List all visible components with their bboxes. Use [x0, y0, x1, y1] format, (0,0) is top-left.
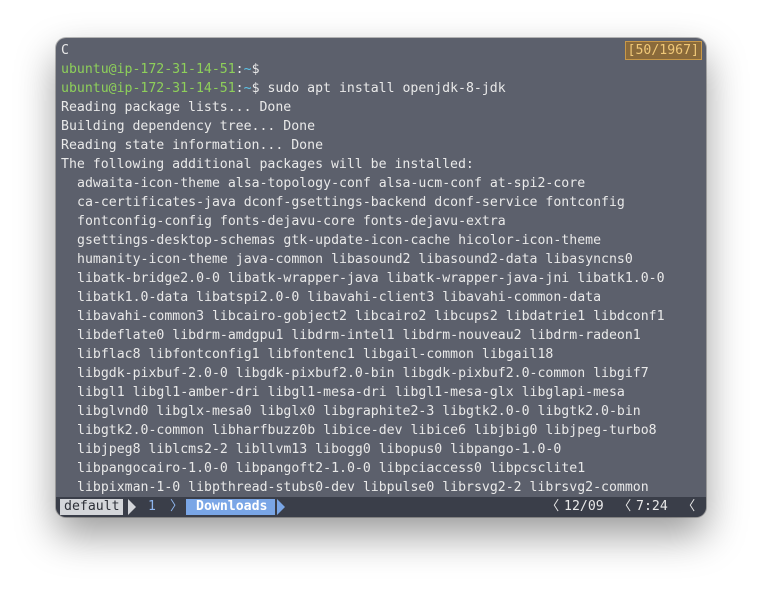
chevron-left-icon: 〈: [682, 499, 696, 514]
chevron-right-icon: 〉: [170, 499, 184, 514]
package-line: libflac8 libfontconfig1 libfontenc1 libg…: [77, 347, 554, 362]
prompt-user-host: ubuntu@ip-172-31-14-51: [61, 81, 236, 96]
terminal-window[interactable]: C ubuntu@ip-172-31-14-51:~$ ubuntu@ip-17…: [56, 38, 706, 517]
prompt-path: ~: [243, 81, 252, 96]
chevron-left-icon: 〈: [618, 499, 632, 514]
prompt-line-command: ubuntu@ip-172-31-14-51:~$ sudo apt insta…: [61, 79, 701, 98]
session-name[interactable]: default: [60, 499, 123, 515]
package-line: gsettings-desktop-schemas gtk-update-ico…: [77, 233, 602, 248]
package-line: libpangocairo-1.0-0 libpangoft2-1.0-0 li…: [77, 461, 586, 476]
output-line: Reading package lists... Done: [61, 100, 292, 115]
package-line: libgl1 libgl1-amber-dri libgl1-mesa-dri …: [77, 385, 625, 400]
package-line: libavahi-common3 libcairo-gobject2 libca…: [77, 309, 665, 324]
chevron-right-icon: [128, 499, 136, 515]
package-line: libgdk-pixbuf-2.0-0 libgdk-pixbuf2.0-bin…: [77, 366, 649, 381]
package-line: adwaita-icon-theme alsa-topology-conf al…: [77, 176, 586, 191]
command-text: sudo apt install openjdk-8-jdk: [267, 81, 506, 96]
prompt-symbol: $: [251, 81, 260, 96]
package-line: libgtk2.0-common libharfbuzz0b libice-de…: [77, 423, 657, 438]
package-line: humanity-icon-theme java-common libasoun…: [77, 252, 633, 267]
package-line: ca-certificates-java dconf-gsettings-bac…: [77, 195, 625, 210]
chevron-right-icon: [277, 499, 285, 515]
output-line: Building dependency tree... Done: [61, 119, 316, 134]
prompt-path: ~: [243, 62, 252, 77]
tmux-status-bar: default 1 〉 Downloads 〈 12/09 〈 7:24 〈: [56, 497, 706, 517]
package-line: libglvnd0 libglx-mesa0 libglx0 libgraphi…: [77, 404, 641, 419]
output-line: Reading state information... Done: [61, 138, 324, 153]
package-line: libdeflate0 libdrm-amdgpu1 libdrm-intel1…: [77, 328, 641, 343]
status-date: 12/09: [564, 499, 604, 514]
package-line: libatk1.0-data libatspi2.0-0 libavahi-cl…: [77, 290, 602, 305]
prompt-separator: :: [235, 62, 244, 77]
scroll-position-indicator: [50/1967]: [624, 41, 702, 60]
package-line: libjpeg8 liblcms2-2 libllvm13 libogg0 li…: [77, 442, 562, 457]
package-line: libpixman-1-0 libpthread-stubs0-dev libp…: [77, 480, 649, 495]
prompt-user-host: ubuntu@ip-172-31-14-51: [61, 62, 236, 77]
package-line: libatk-bridge2.0-0 libatk-wrapper-java l…: [77, 271, 665, 286]
package-line: fontconfig-config fonts-dejavu-core font…: [77, 214, 506, 229]
output-line: The following additional packages will b…: [61, 157, 474, 172]
status-time: 7:24: [636, 499, 668, 514]
window-index[interactable]: 1: [148, 497, 156, 517]
chevron-left-icon: 〈: [546, 499, 560, 514]
pane-label: C: [61, 43, 69, 58]
active-window-tab[interactable]: Downloads: [186, 499, 276, 515]
prompt-symbol: $: [251, 62, 260, 77]
prompt-line-empty: ubuntu@ip-172-31-14-51:~$: [61, 60, 701, 79]
terminal-output[interactable]: C ubuntu@ip-172-31-14-51:~$ ubuntu@ip-17…: [61, 41, 701, 497]
prompt-separator: :: [235, 81, 244, 96]
